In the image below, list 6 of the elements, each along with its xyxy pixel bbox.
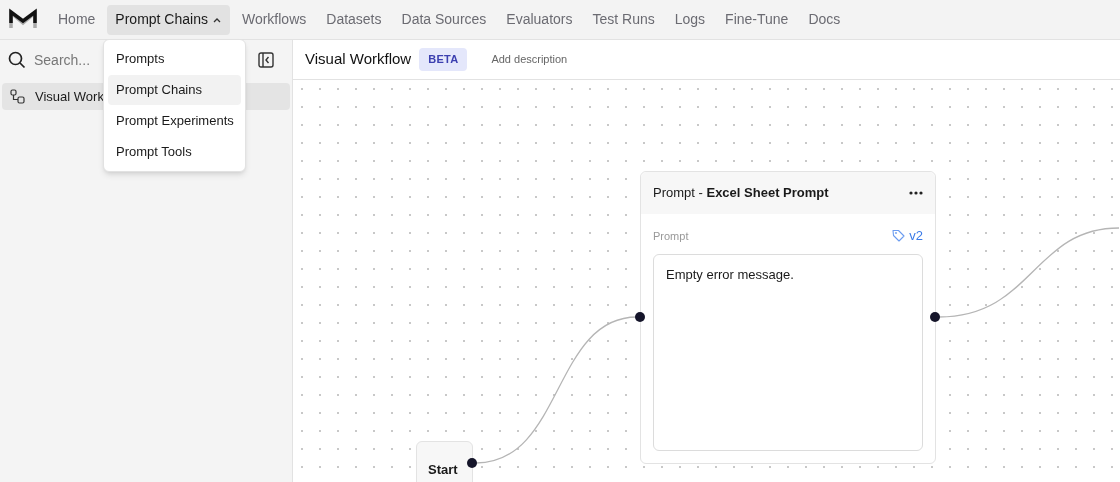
beta-badge: BETA [419, 48, 468, 71]
sidebar-item-label: Visual Work [35, 87, 104, 106]
field-label: Prompt [653, 228, 689, 244]
node-title: Prompt - Excel Sheet Prompt [653, 184, 829, 203]
workflow-title: Visual Workflow [305, 49, 412, 70]
node-title: Start [428, 462, 458, 477]
